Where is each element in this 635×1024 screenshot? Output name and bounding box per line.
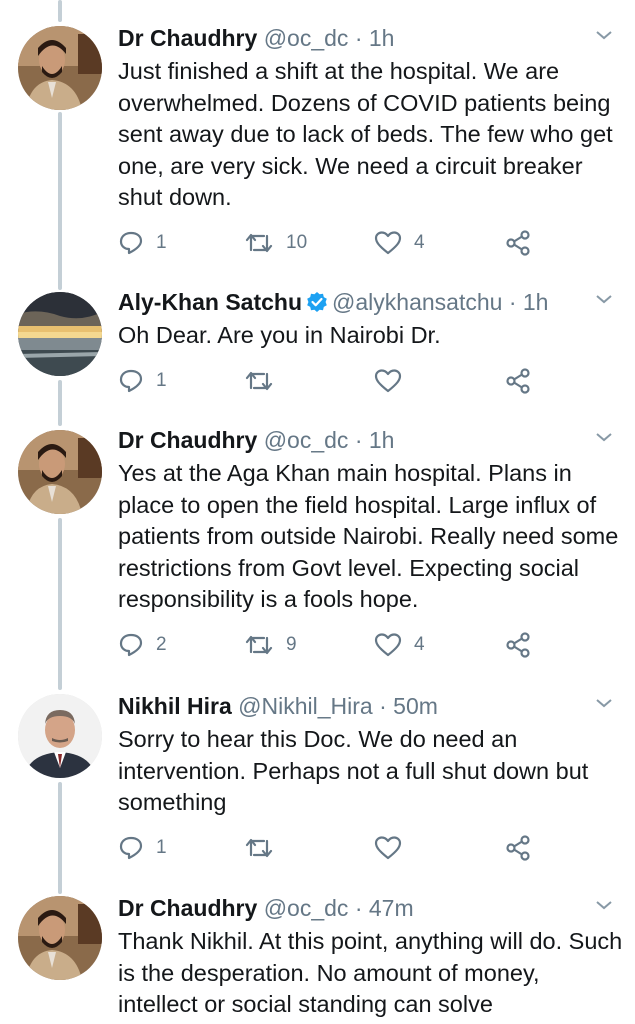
like-button[interactable]: 4	[374, 630, 425, 660]
tweet-text: Thank Nikhil. At this point, anything wi…	[118, 928, 629, 1017]
author-name[interactable]: Dr Chaudhry	[118, 895, 257, 921]
retweet-button[interactable]	[244, 366, 286, 396]
author-handle[interactable]: @oc_dc	[264, 427, 349, 453]
tweet-header: Nikhil Hira @Nikhil_Hira · 50m	[118, 688, 438, 724]
timestamp[interactable]: 1h	[523, 289, 549, 315]
reply-icon	[118, 632, 144, 658]
separator: ·	[379, 693, 387, 719]
tweet-header: Dr Chaudhry @oc_dc · 47m	[118, 890, 414, 926]
share-icon	[504, 367, 532, 395]
like-count: 4	[414, 232, 425, 253]
share-icon	[504, 229, 532, 257]
author-name[interactable]: Dr Chaudhry	[118, 427, 257, 453]
reply-count: 2	[156, 634, 167, 655]
author-name[interactable]: Nikhil Hira	[118, 693, 232, 719]
reply-count: 1	[156, 837, 167, 858]
share-button[interactable]	[504, 630, 532, 660]
sunset-avatar[interactable]	[18, 292, 102, 376]
tweet[interactable]: Aly-Khan Satchu @alykhansatchu · 1h Oh De…	[0, 284, 635, 404]
like-button[interactable]: 4	[374, 228, 425, 258]
doctor-avatar[interactable]	[18, 896, 102, 980]
chevron-down-icon[interactable]	[595, 430, 613, 448]
retweet-icon	[244, 368, 274, 394]
reply-button[interactable]: 1	[118, 833, 167, 863]
tweet-text: Yes at the Aga Khan main hospital. Plans…	[118, 460, 625, 612]
separator: ·	[354, 25, 363, 51]
separator: ·	[354, 895, 363, 921]
separator: ·	[508, 289, 517, 315]
retweet-count: 10	[286, 232, 308, 253]
retweet-count: 9	[286, 634, 297, 655]
retweet-icon	[244, 632, 274, 658]
author-name[interactable]: Aly-Khan Satchu	[118, 289, 302, 315]
action-bar: 1	[118, 833, 538, 863]
retweet-icon	[244, 835, 274, 861]
retweet-button[interactable]	[244, 833, 286, 863]
heart-icon	[374, 835, 402, 861]
like-button[interactable]	[374, 366, 414, 396]
tweet-header: Dr Chaudhry @oc_dc · 1h	[118, 20, 394, 56]
tweet-text: Oh Dear. Are you in Nairobi Dr.	[118, 322, 441, 348]
share-icon	[504, 631, 532, 659]
heart-icon	[374, 632, 402, 658]
chevron-down-icon[interactable]	[595, 292, 613, 310]
author-handle[interactable]: @Nikhil_Hira	[238, 693, 373, 719]
tweet-header: Aly-Khan Satchu @alykhansatchu · 1h	[118, 284, 548, 320]
share-icon	[504, 834, 532, 862]
author-handle[interactable]: @oc_dc	[264, 895, 349, 921]
like-button[interactable]	[374, 833, 414, 863]
tweet-text: Just finished a shift at the hospital. W…	[118, 58, 620, 210]
chevron-down-icon[interactable]	[595, 696, 613, 714]
share-button[interactable]	[504, 366, 532, 396]
heart-icon	[374, 230, 402, 256]
tweet[interactable]: Nikhil Hira @Nikhil_Hira · 50m Sorry to …	[0, 688, 635, 878]
tweet[interactable]: Dr Chaudhry @oc_dc · 47m Thank Nikhil. A…	[0, 890, 635, 1024]
tweet-text: Sorry to hear this Doc. We do need an in…	[118, 726, 595, 815]
tweet[interactable]: Dr Chaudhry @oc_dc · 1h Yes at the Aga K…	[0, 422, 635, 672]
reply-count: 1	[156, 232, 167, 253]
doctor-avatar[interactable]	[18, 26, 102, 110]
separator: ·	[354, 427, 363, 453]
reply-icon	[118, 230, 144, 256]
suited-man-avatar[interactable]	[18, 694, 102, 778]
chevron-down-icon[interactable]	[595, 898, 613, 916]
reply-button[interactable]: 1	[118, 228, 167, 258]
action-bar: 1 10 4	[118, 228, 538, 258]
chevron-down-icon[interactable]	[595, 28, 613, 46]
author-handle[interactable]: @alykhansatchu	[332, 289, 502, 315]
reply-count: 1	[156, 370, 167, 391]
timestamp[interactable]: 47m	[369, 895, 414, 921]
thread-line	[58, 0, 62, 22]
verified-badge-icon	[306, 287, 328, 323]
retweet-button[interactable]: 9	[244, 630, 297, 660]
author-name[interactable]: Dr Chaudhry	[118, 25, 257, 51]
timestamp[interactable]: 1h	[369, 427, 395, 453]
reply-button[interactable]: 1	[118, 366, 167, 396]
tweet-header: Dr Chaudhry @oc_dc · 1h	[118, 422, 394, 458]
action-bar: 2 9 4	[118, 630, 538, 660]
heart-icon	[374, 368, 402, 394]
retweet-icon	[244, 230, 274, 256]
action-bar: 1	[118, 366, 538, 396]
author-handle[interactable]: @oc_dc	[264, 25, 349, 51]
timestamp[interactable]: 1h	[369, 25, 395, 51]
tweet[interactable]: Dr Chaudhry @oc_dc · 1h Just finished a …	[0, 20, 635, 270]
like-count: 4	[414, 634, 425, 655]
retweet-button[interactable]: 10	[244, 228, 307, 258]
doctor-avatar[interactable]	[18, 430, 102, 514]
share-button[interactable]	[504, 833, 532, 863]
reply-button[interactable]: 2	[118, 630, 167, 660]
reply-icon	[118, 835, 144, 861]
reply-icon	[118, 368, 144, 394]
share-button[interactable]	[504, 228, 532, 258]
timestamp[interactable]: 50m	[393, 693, 438, 719]
